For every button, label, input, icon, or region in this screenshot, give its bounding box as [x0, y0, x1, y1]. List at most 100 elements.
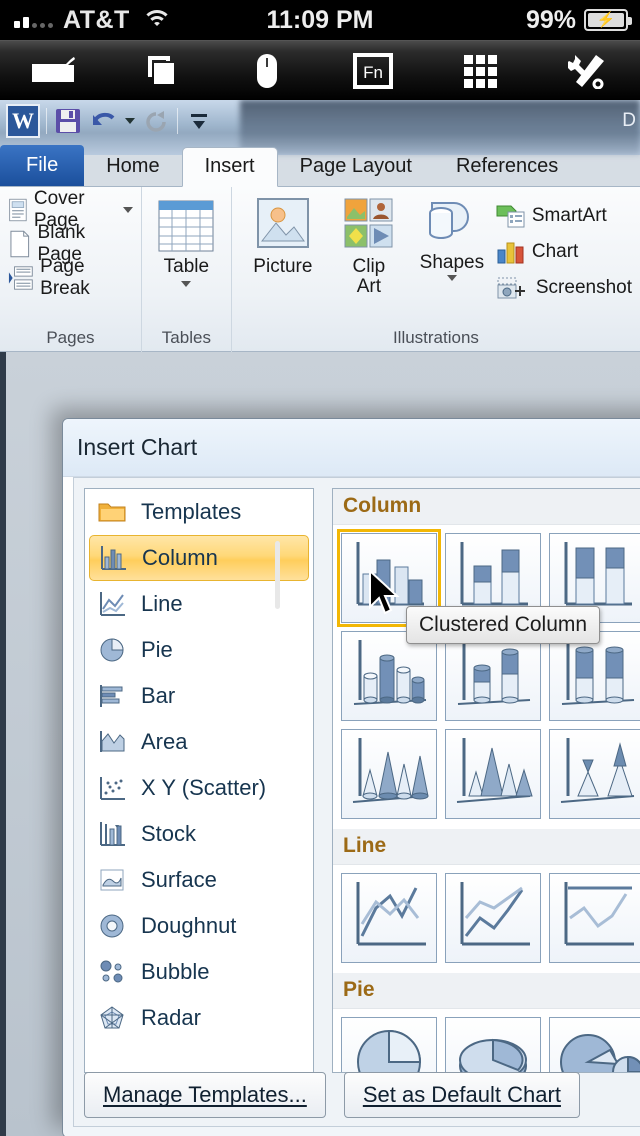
chart-type-label: Line	[141, 591, 183, 616]
mouse-icon[interactable]	[213, 41, 320, 101]
ribbon-group-label-illustrations: Illustrations	[392, 328, 479, 347]
chart-type-list[interactable]: Templates Column Line Pie Bar Area X Y (…	[84, 488, 314, 1073]
dialog-footer: Manage Templates... Set as Default Chart	[84, 1072, 580, 1118]
chart-type-bar[interactable]: Bar	[85, 673, 313, 719]
tab-insert[interactable]: Insert	[181, 147, 278, 187]
thumb-clustered-cylinder[interactable]	[341, 631, 437, 721]
svg-text:Fn: Fn	[363, 63, 383, 82]
chart-type-radar[interactable]: Radar	[85, 995, 313, 1041]
chart-type-area[interactable]: Area	[85, 719, 313, 765]
clip-art-icon	[344, 198, 393, 248]
chart-type-stock[interactable]: Stock	[85, 811, 313, 857]
chart-type-label: Stock	[141, 821, 197, 846]
thumb-stacked-line[interactable]	[445, 873, 541, 963]
tooltip: Clustered Column	[406, 606, 601, 644]
windows-icon[interactable]	[107, 41, 214, 101]
chart-type-pie[interactable]: Pie	[85, 627, 313, 673]
chart-type-label: X Y (Scatter)	[141, 775, 267, 800]
table-dropdown-icon[interactable]	[181, 280, 192, 287]
thumb-stacked-cone[interactable]	[445, 729, 541, 819]
clip-art-label: Clip Art	[352, 256, 386, 297]
ribbon-tabs: File Home Insert Page Layout References	[0, 145, 640, 187]
area-chart-icon	[97, 727, 127, 757]
thumb-pie-3d-chart[interactable]	[445, 1017, 541, 1072]
chart-type-surface[interactable]: Surface	[85, 857, 313, 903]
ribbon-group-label-pages: Pages	[46, 328, 95, 347]
quick-access-toolbar: W	[6, 104, 214, 138]
gallery-row	[333, 1009, 640, 1072]
vnc-toolbar: Fn	[0, 40, 640, 100]
doughnut-chart-icon	[97, 911, 127, 941]
gallery-section-heading-pie: Pie	[333, 973, 640, 1009]
shapes-icon	[428, 202, 469, 239]
screen: AT&T 11:09 PM 99% ⚡ Fn W D File Home Ins…	[0, 0, 640, 1136]
chart-type-label: Column	[142, 545, 218, 570]
table-button[interactable]: Table	[146, 199, 226, 287]
insert-chart-dialog: Insert Chart Templates Column Line Pie B…	[62, 418, 640, 1136]
shapes-dropdown-icon[interactable]	[446, 274, 457, 281]
chart-icon	[497, 242, 524, 264]
chart-type-templates[interactable]: Templates	[85, 489, 313, 535]
column-chart-icon	[98, 543, 128, 573]
undo-icon[interactable]	[89, 106, 119, 136]
thumb-100-percent-stacked-line[interactable]	[549, 873, 640, 963]
tab-home[interactable]: Home	[84, 148, 181, 186]
ios-status-bar: AT&T 11:09 PM 99% ⚡	[0, 0, 640, 40]
page-break-icon	[8, 266, 33, 290]
fn-icon[interactable]: Fn	[320, 41, 427, 101]
screenshot-button[interactable]: Screenshot	[496, 271, 632, 305]
chart-type-label: Bar	[141, 683, 176, 708]
undo-dropdown-icon[interactable]	[125, 118, 135, 124]
cover-page-dropdown-icon[interactable]	[122, 207, 133, 213]
thumb-100-percent-stacked-cone[interactable]	[549, 729, 640, 819]
ribbon: Cover Page Blank Page Page Break Pages T…	[0, 187, 640, 352]
keyboard-icon[interactable]	[0, 41, 107, 101]
surface-chart-icon	[97, 865, 127, 895]
gallery-row	[333, 865, 640, 969]
thumb-pie-chart[interactable]	[341, 1017, 437, 1072]
chart-type-label: Templates	[141, 499, 242, 524]
chart-button[interactable]: Chart	[496, 235, 632, 269]
chart-type-doughnut[interactable]: Doughnut	[85, 903, 313, 949]
table-label: Table	[163, 256, 210, 277]
manage-templates-button[interactable]: Manage Templates...	[84, 1072, 326, 1118]
word-logo-icon[interactable]: W	[6, 104, 40, 138]
cover-page-icon	[9, 198, 27, 222]
thumb-clustered-cone[interactable]	[341, 729, 437, 819]
tab-references[interactable]: References	[434, 148, 580, 186]
thumb-stacked-cylinder[interactable]	[445, 631, 541, 721]
picture-icon	[256, 198, 309, 248]
table-icon	[158, 200, 214, 252]
tab-page-layout[interactable]: Page Layout	[278, 148, 434, 186]
battery-charging-icon: ⚡	[584, 9, 632, 31]
tools-icon[interactable]	[533, 41, 640, 101]
page-break-button[interactable]: Page Break	[8, 256, 133, 299]
customize-qat-icon[interactable]	[184, 106, 214, 136]
redo-icon[interactable]	[141, 106, 171, 136]
line-chart-icon	[97, 589, 127, 619]
chart-type-label: Doughnut	[141, 913, 237, 938]
gallery-section-heading-column: Column	[333, 489, 640, 525]
chart-type-list-scrollbar[interactable]	[275, 541, 280, 609]
chart-type-bubble[interactable]: Bubble	[85, 949, 313, 995]
dialog-title: Insert Chart	[77, 434, 198, 460]
thumb-pie-of-pie-chart[interactable]	[549, 1017, 640, 1072]
mouse-cursor-icon	[368, 568, 402, 623]
tab-file[interactable]: File	[0, 145, 85, 186]
thumb-100-percent-stacked-cylinder[interactable]	[549, 631, 640, 721]
screenshot-icon	[497, 277, 525, 299]
dialog-body: Templates Column Line Pie Bar Area X Y (…	[73, 477, 640, 1127]
set-as-default-chart-label: Set as Default Chart	[362, 1082, 561, 1107]
chart-type-scatter[interactable]: X Y (Scatter)	[85, 765, 313, 811]
chart-type-label: Pie	[141, 637, 173, 662]
page-break-label: Page Break	[40, 256, 90, 299]
chart-type-label: Radar	[141, 1005, 201, 1030]
smartart-button[interactable]: SmartArt	[496, 199, 632, 233]
manage-templates-label: Manage Templates...	[103, 1082, 307, 1107]
save-icon[interactable]	[53, 106, 83, 136]
grid-icon[interactable]	[427, 41, 534, 101]
smartart-label: SmartArt	[531, 205, 607, 226]
thumb-line-chart[interactable]	[341, 873, 437, 963]
chart-type-label: Bubble	[141, 959, 210, 984]
set-as-default-chart-button[interactable]: Set as Default Chart	[343, 1072, 580, 1118]
